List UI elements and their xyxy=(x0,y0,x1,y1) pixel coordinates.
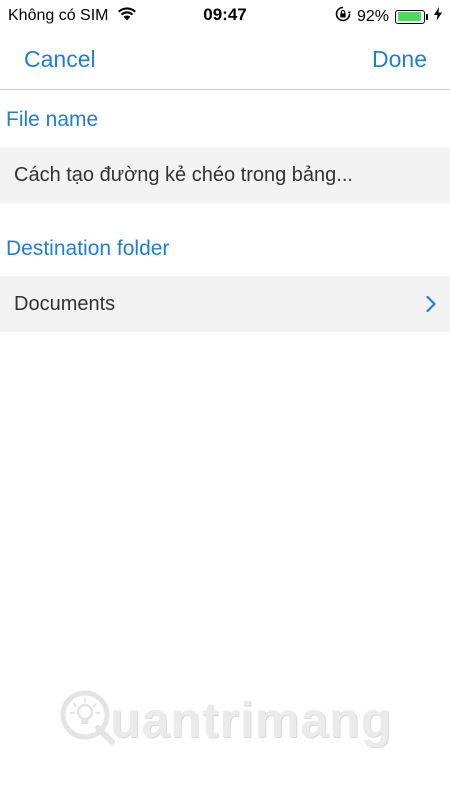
watermark-logo-icon xyxy=(58,688,116,751)
destination-folder-value: Documents xyxy=(14,293,116,315)
file-name-input[interactable] xyxy=(14,147,426,203)
destination-folder-label: Destination folder xyxy=(6,237,170,260)
battery-body xyxy=(395,9,425,24)
battery-icon xyxy=(395,9,428,24)
status-bar: Không có SIM 09:47 92% xyxy=(0,0,450,30)
navigation-bar: Cancel Done xyxy=(0,30,450,90)
chevron-right-icon xyxy=(426,295,436,313)
battery-percent: 92% xyxy=(356,7,389,25)
charging-bolt-icon xyxy=(434,7,442,26)
watermark: uantrimang xyxy=(58,688,392,751)
watermark-text: uantrimang xyxy=(110,691,393,748)
done-button[interactable]: Done xyxy=(372,46,427,73)
file-name-row xyxy=(0,147,450,203)
battery-fill xyxy=(397,12,421,21)
destination-folder-row[interactable]: Documents xyxy=(0,276,450,332)
cancel-button[interactable]: Cancel xyxy=(24,46,96,73)
rotation-lock-icon xyxy=(335,6,351,27)
file-name-label: File name xyxy=(6,108,99,131)
status-right: 92% xyxy=(335,6,442,27)
battery-tip xyxy=(426,13,428,20)
